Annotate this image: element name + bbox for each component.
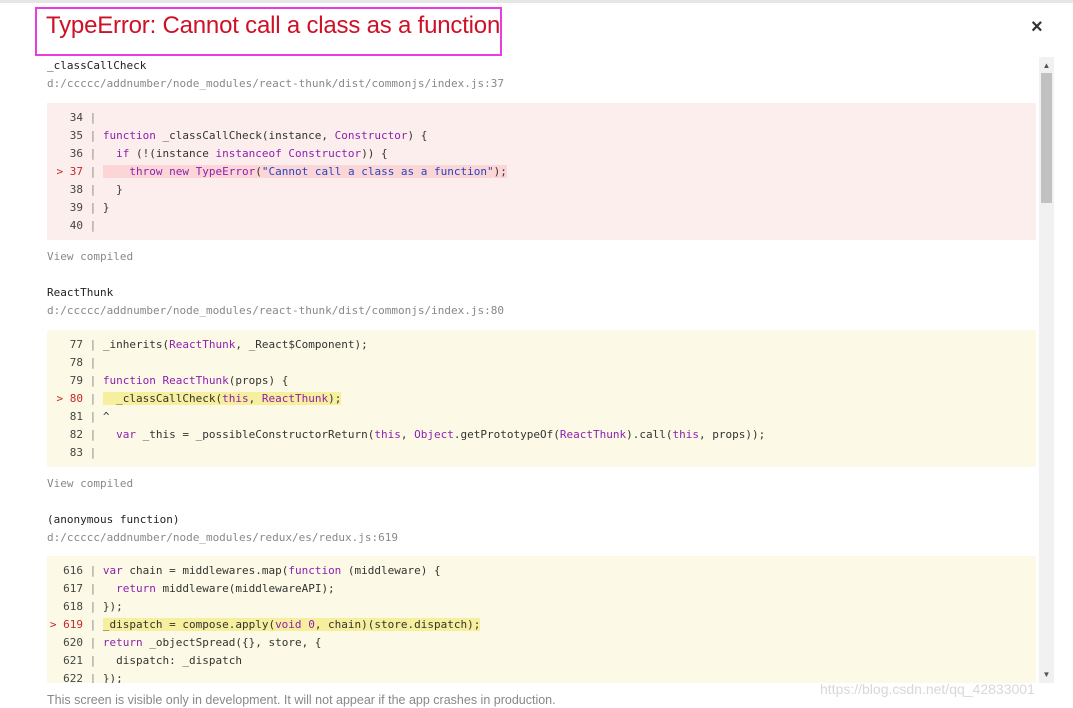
scrollbar-thumb[interactable] (1041, 73, 1052, 203)
frame-file-path[interactable]: d:/ccccc/addnumber/node_modules/react-th… (47, 77, 504, 90)
code-line: 39 | } (69, 201, 110, 214)
code-line: 620 | return _objectSpread({}, store, { (63, 636, 322, 649)
frame-function-name: ReactThunk (47, 286, 114, 299)
code-block[interactable]: 616 | var chain = middlewares.map(functi… (47, 556, 1036, 683)
code-line: 79 | function ReactThunk(props) { (69, 374, 289, 387)
frame-file-path[interactable]: d:/ccccc/addnumber/node_modules/redux/es… (47, 531, 398, 544)
view-compiled-link[interactable]: View compiled (47, 477, 133, 490)
code-line: 81 | ^ (69, 410, 110, 423)
highlighted-code-line: > 80 | _classCallCheck(this, ReactThunk)… (56, 392, 342, 405)
scroll-down-arrow-icon[interactable]: ▼ (1040, 668, 1053, 681)
code-line: 36 | if (!(instance instanceof Construct… (69, 147, 388, 160)
code-line: 616 | var chain = middlewares.map(functi… (63, 564, 441, 577)
top-border (0, 0, 1073, 3)
code-line: 82 | var _this = _possibleConstructorRet… (69, 428, 766, 441)
highlighted-code-line: > 37 | throw new TypeError("Cannot call … (56, 165, 507, 178)
code-line: 38 | } (69, 183, 123, 196)
code-line: 34 | (69, 111, 97, 124)
code-line: 77 | _inherits(ReactThunk, _React$Compon… (69, 338, 368, 351)
frame-function-name: _classCallCheck (47, 59, 147, 72)
view-compiled-link[interactable]: View compiled (47, 250, 133, 263)
dev-notice-footer: This screen is visible only in developme… (47, 693, 556, 707)
code-line: 35 | function _classCallCheck(instance, … (69, 129, 428, 142)
scroll-up-arrow-icon[interactable]: ▲ (1040, 59, 1053, 72)
error-title: TypeError: Cannot call a class as a func… (46, 12, 501, 39)
code-line: 40 | (69, 219, 97, 232)
frame-file-path[interactable]: d:/ccccc/addnumber/node_modules/react-th… (47, 304, 504, 317)
code-block[interactable]: 77 | _inherits(ReactThunk, _React$Compon… (47, 330, 1036, 467)
code-line: 621 | dispatch: _dispatch (63, 654, 242, 667)
code-line: 617 | return middleware(middlewareAPI); (63, 582, 335, 595)
frame-function-name: (anonymous function) (47, 513, 180, 526)
code-line: 618 | }); (63, 600, 123, 613)
code-block[interactable]: 34 | 35 | function _classCallCheck(insta… (47, 103, 1036, 240)
highlighted-code-line: > 619 | _dispatch = compose.apply(void 0… (49, 618, 481, 631)
close-icon[interactable]: × (1031, 17, 1043, 37)
code-line: 83 | (69, 446, 97, 459)
watermark: https://blog.csdn.net/qq_42833001 (820, 681, 1035, 697)
code-line: 78 | (69, 356, 97, 369)
